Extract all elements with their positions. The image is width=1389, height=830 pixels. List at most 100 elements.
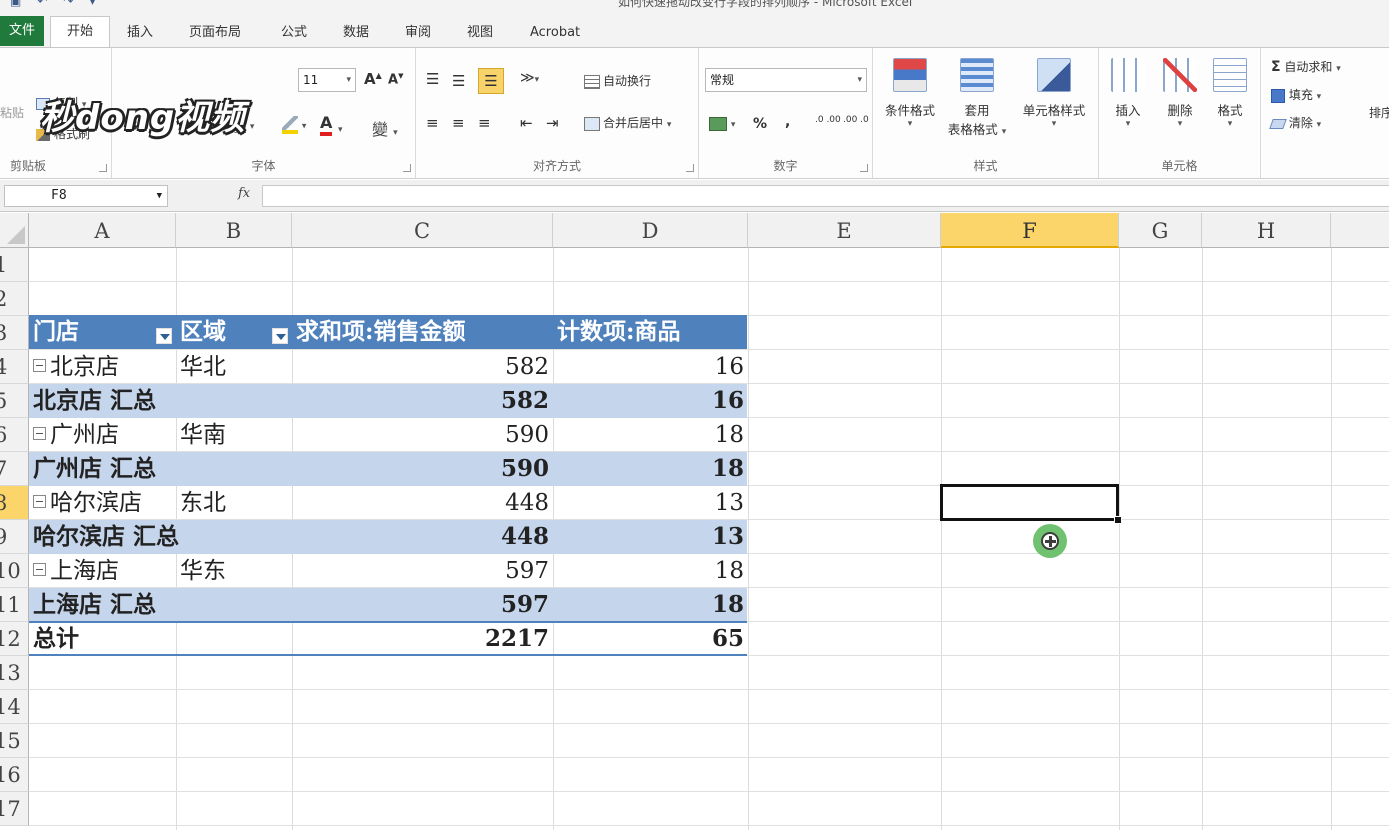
- pivot-count-cell[interactable]: 16: [553, 350, 748, 384]
- row-header[interactable]: 16: [0, 758, 29, 792]
- pivot-store-cell[interactable]: 北京店: [33, 350, 176, 384]
- name-box[interactable]: F8 ▼: [4, 185, 168, 207]
- tab-insert[interactable]: 插入: [127, 20, 153, 46]
- formula-input[interactable]: [262, 185, 1389, 207]
- pivot-sales-cell[interactable]: 582: [292, 350, 553, 384]
- pivot-grand-total-count[interactable]: 65: [553, 622, 748, 656]
- pivot-store-cell[interactable]: 广州店: [33, 418, 176, 452]
- redo-icon[interactable]: ↷: [63, 0, 73, 8]
- column-header-e[interactable]: E: [748, 213, 941, 248]
- row-header[interactable]: 14: [0, 690, 29, 724]
- decrease-decimal-button[interactable]: .00 .0: [843, 116, 869, 125]
- clear-button[interactable]: 清除 ▾: [1269, 114, 1321, 131]
- pivot-subtotal-count[interactable]: 13: [553, 520, 748, 554]
- align-middle-icon[interactable]: ☰: [452, 72, 465, 90]
- pivot-subtotal-label[interactable]: 北京店 汇总: [33, 384, 292, 418]
- cell-styles-button[interactable]: 单元格样式 ▾: [1013, 58, 1095, 129]
- pivot-subtotal-sales[interactable]: 448: [292, 520, 553, 554]
- row-header[interactable]: 11: [0, 588, 29, 622]
- tab-acrobat[interactable]: Acrobat: [530, 20, 580, 46]
- insert-function-icon[interactable]: fx: [238, 186, 250, 201]
- pivot-count-cell[interactable]: 18: [553, 554, 748, 588]
- autosum-button[interactable]: Σ 自动求和 ▾: [1271, 58, 1341, 75]
- pivot-subtotal-label[interactable]: 上海店 汇总: [33, 588, 292, 622]
- row-header[interactable]: 8: [0, 486, 29, 520]
- accounting-format-button[interactable]: ▾: [709, 116, 735, 131]
- pivot-grand-total-label[interactable]: 总计: [33, 622, 292, 656]
- pivot-count-cell[interactable]: 18: [553, 418, 748, 452]
- row-header[interactable]: 7: [0, 452, 29, 486]
- dialog-launcher-icon[interactable]: [686, 164, 694, 172]
- pivot-subtotal-sales[interactable]: 582: [292, 384, 553, 418]
- pivot-sales-cell[interactable]: 597: [292, 554, 553, 588]
- column-header-b[interactable]: B: [176, 213, 292, 248]
- customize-qat-icon[interactable]: ▾: [89, 0, 95, 8]
- worksheet-grid[interactable]: A B C D E F G H 1 2 3 4 5 6 7 8 9 10 11 …: [0, 213, 1389, 830]
- phonetic-icon[interactable]: 變 ▾: [372, 116, 398, 140]
- increase-decimal-button[interactable]: .0 .00: [815, 116, 841, 125]
- tab-home[interactable]: 开始: [50, 16, 110, 48]
- dialog-launcher-icon[interactable]: [403, 164, 411, 172]
- tab-data[interactable]: 数据: [343, 20, 369, 46]
- wrap-text-button[interactable]: 自动换行: [584, 72, 651, 89]
- align-center-icon[interactable]: ≡: [452, 114, 465, 132]
- pivot-header-count[interactable]: 计数项:商品: [553, 315, 747, 349]
- tab-page-layout[interactable]: 页面布局: [189, 20, 241, 46]
- format-as-table-button[interactable]: 套用 表格格式 ▾: [941, 58, 1013, 138]
- pivot-store-cell[interactable]: 哈尔滨店: [33, 486, 176, 520]
- pivot-sales-cell[interactable]: 590: [292, 418, 553, 452]
- pivot-subtotal-sales[interactable]: 597: [292, 588, 553, 622]
- align-left-icon[interactable]: ≡: [426, 114, 439, 132]
- filter-dropdown-icon[interactable]: [156, 328, 172, 344]
- collapse-icon[interactable]: [33, 359, 46, 372]
- pivot-grand-total-sales[interactable]: 2217: [292, 622, 553, 656]
- tab-review[interactable]: 审阅: [405, 20, 431, 46]
- row-header[interactable]: 10: [0, 554, 29, 588]
- row-header[interactable]: 3: [0, 316, 29, 350]
- insert-cells-button[interactable]: 插入 ▾: [1103, 58, 1153, 129]
- filter-dropdown-icon[interactable]: [272, 328, 288, 344]
- grow-font-button[interactable]: A▲: [364, 70, 382, 88]
- row-header[interactable]: 5: [0, 384, 29, 418]
- column-header-h[interactable]: H: [1202, 213, 1331, 248]
- row-header[interactable]: 4: [0, 350, 29, 384]
- pivot-region-cell[interactable]: 华北: [180, 350, 292, 384]
- column-header-c[interactable]: C: [292, 213, 553, 248]
- collapse-icon[interactable]: [33, 427, 46, 440]
- sort-filter-button[interactable]: 排序: [1369, 104, 1389, 121]
- collapse-icon[interactable]: [33, 495, 46, 508]
- dialog-launcher-icon[interactable]: [860, 164, 868, 172]
- decrease-indent-icon[interactable]: ⇤: [520, 114, 533, 132]
- pivot-store-cell[interactable]: 上海店: [33, 554, 176, 588]
- tab-view[interactable]: 视图: [467, 20, 493, 46]
- comma-button[interactable]: ,: [785, 114, 790, 130]
- column-header-a[interactable]: A: [29, 213, 176, 248]
- percent-button[interactable]: %: [753, 116, 767, 132]
- column-header-i[interactable]: [1331, 213, 1389, 248]
- pivot-count-cell[interactable]: 13: [553, 486, 748, 520]
- tab-file[interactable]: 文件: [0, 16, 44, 46]
- row-header[interactable]: 15: [0, 724, 29, 758]
- fill-button[interactable]: 填充 ▾: [1271, 86, 1321, 103]
- merge-center-button[interactable]: 合并后居中 ▾: [584, 114, 671, 131]
- column-header-d[interactable]: D: [553, 213, 748, 248]
- shrink-font-button[interactable]: A▼: [388, 72, 403, 87]
- number-format-select[interactable]: 常规 ▾: [705, 68, 867, 92]
- align-bottom-icon[interactable]: ☰: [478, 68, 504, 94]
- pivot-header-store[interactable]: 门店: [29, 315, 176, 349]
- dialog-launcher-icon[interactable]: [99, 164, 107, 172]
- select-all-button[interactable]: [0, 213, 29, 248]
- pivot-subtotal-count[interactable]: 16: [553, 384, 748, 418]
- column-header-f[interactable]: F: [941, 213, 1119, 248]
- row-header[interactable]: 2: [0, 282, 29, 316]
- pivot-subtotal-label[interactable]: 广州店 汇总: [33, 452, 292, 486]
- fill-color-button[interactable]: ▾: [282, 116, 306, 134]
- conditional-formatting-button[interactable]: 条件格式 ▾: [877, 58, 943, 129]
- align-right-icon[interactable]: ≡: [478, 114, 491, 132]
- pivot-region-cell[interactable]: 华南: [180, 418, 292, 452]
- pivot-region-cell[interactable]: 华东: [180, 554, 292, 588]
- row-header[interactable]: 6: [0, 418, 29, 452]
- increase-indent-icon[interactable]: ⇥: [546, 114, 559, 132]
- pivot-sales-cell[interactable]: 448: [292, 486, 553, 520]
- align-top-icon[interactable]: ☰: [426, 70, 439, 88]
